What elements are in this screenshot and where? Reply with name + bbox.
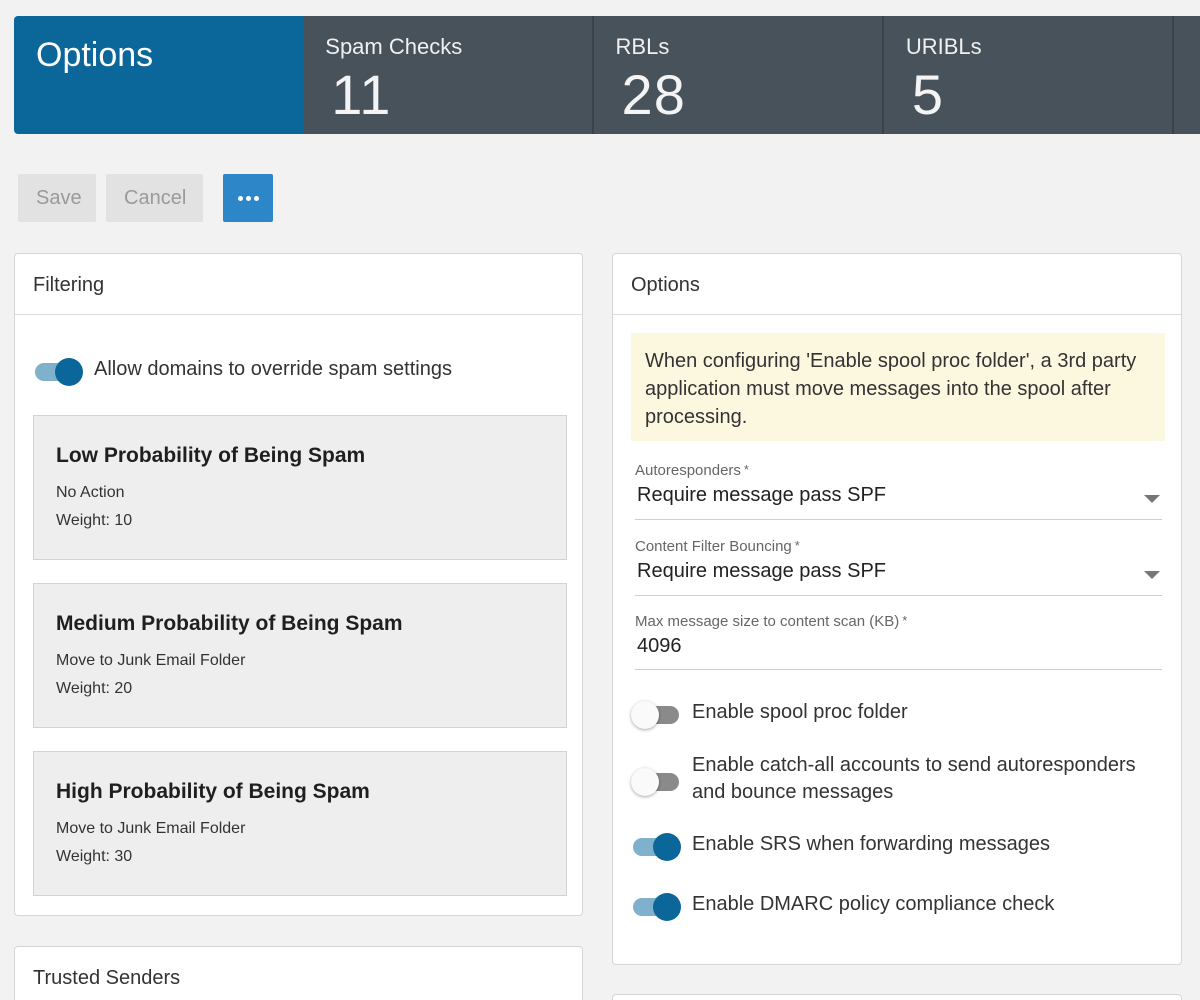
tile-uribls-label: URIBLs — [905, 34, 982, 59]
high-probability-card[interactable]: High Probability of Being Spam Move to J… — [33, 751, 567, 896]
max-message-size-value: 4096 — [637, 635, 682, 657]
required-marker: * — [743, 462, 749, 477]
medium-probability-weight: Weight: 20 — [56, 680, 133, 697]
content-filter-bouncing-label: Content Filter Bouncing — [635, 538, 792, 555]
tile-overflow[interactable] — [1174, 16, 1200, 134]
spool-proc-toggle[interactable] — [631, 699, 683, 729]
catch-all-row: Enable catch-all accounts to send autore… — [631, 752, 1151, 806]
tile-rbls-label: RBLs — [615, 34, 670, 59]
tile-spam-checks-label: Spam Checks — [325, 34, 463, 59]
trusted-senders-title: Trusted Senders — [33, 967, 181, 989]
low-probability-weight: Weight: 10 — [56, 512, 133, 529]
autoresponders-label: Autoresponders — [635, 462, 741, 479]
chevron-down-icon — [1144, 571, 1160, 579]
catch-all-label: Enable catch-all accounts to send autore… — [692, 754, 1136, 803]
tile-rbls[interactable]: RBLs 28 — [593, 16, 884, 134]
save-button[interactable]: Save — [18, 174, 96, 222]
high-probability-action: Move to Junk Email Folder — [56, 820, 246, 837]
catch-all-toggle[interactable] — [631, 766, 683, 796]
spool-proc-row: Enable spool proc folder — [631, 699, 908, 729]
dmarc-toggle[interactable] — [631, 891, 683, 921]
dmarc-label: Enable DMARC policy compliance check — [692, 893, 1055, 915]
max-message-size-label: Max message size to content scan (KB) — [635, 613, 900, 630]
filtering-panel-title: Filtering — [15, 254, 582, 315]
srs-row: Enable SRS when forwarding messages — [631, 831, 1050, 861]
ellipsis-icon — [237, 195, 259, 201]
override-spam-settings-toggle[interactable] — [33, 356, 85, 386]
autoresponders-value: Require message pass SPF — [637, 484, 887, 506]
high-probability-title: High Probability of Being Spam — [56, 780, 370, 803]
filtering-panel: Filtering Allow domains to override spam… — [14, 253, 583, 916]
tile-options-title: Options — [36, 36, 154, 74]
cancel-button[interactable]: Cancel — [106, 174, 203, 222]
max-message-size-input[interactable]: Max message size to content scan (KB) * 4… — [635, 613, 1162, 670]
tile-rbls-count: 28 — [621, 63, 686, 126]
required-marker: * — [902, 613, 908, 628]
more-actions-button[interactable] — [223, 174, 273, 222]
tile-uribls-count: 5 — [911, 63, 944, 126]
spool-proc-label: Enable spool proc folder — [692, 701, 908, 723]
required-marker: * — [794, 538, 800, 553]
spool-notice: When configuring 'Enable spool proc fold… — [631, 333, 1165, 441]
srs-toggle[interactable] — [631, 831, 683, 861]
medium-probability-action: Move to Junk Email Folder — [56, 652, 246, 669]
override-spam-settings-label: Allow domains to override spam settings — [94, 358, 452, 380]
stat-tiles: Options Spam Checks 11 RBLs 28 URIBLs 5 — [14, 16, 1200, 134]
low-probability-title: Low Probability of Being Spam — [56, 444, 366, 467]
tile-spam-checks-count: 11 — [331, 63, 392, 126]
tile-uribls[interactable]: URIBLs 5 — [883, 16, 1175, 134]
trusted-senders-panel: Trusted Senders — [14, 946, 583, 1000]
autoresponders-select[interactable]: Autoresponders * Require message pass SPF — [635, 462, 1162, 520]
low-probability-action: No Action — [56, 484, 125, 501]
override-spam-settings-row: Allow domains to override spam settings — [33, 356, 452, 386]
medium-probability-card[interactable]: Medium Probability of Being Spam Move to… — [33, 583, 567, 728]
next-panel — [612, 994, 1182, 1000]
srs-label: Enable SRS when forwarding messages — [692, 833, 1050, 855]
dmarc-row: Enable DMARC policy compliance check — [631, 891, 1054, 921]
tile-options[interactable]: Options — [14, 16, 304, 134]
content-filter-bouncing-select[interactable]: Content Filter Bouncing * Require message… — [635, 538, 1162, 596]
options-panel: Options When configuring 'Enable spool p… — [612, 253, 1182, 965]
content-filter-bouncing-value: Require message pass SPF — [637, 560, 887, 582]
medium-probability-title: Medium Probability of Being Spam — [56, 612, 403, 635]
chevron-down-icon — [1144, 495, 1160, 503]
options-panel-title: Options — [613, 254, 1181, 315]
toolbar: Save Cancel — [18, 174, 273, 222]
high-probability-weight: Weight: 30 — [56, 848, 133, 865]
low-probability-card[interactable]: Low Probability of Being Spam No Action … — [33, 415, 567, 560]
tile-spam-checks[interactable]: Spam Checks 11 — [303, 16, 594, 134]
